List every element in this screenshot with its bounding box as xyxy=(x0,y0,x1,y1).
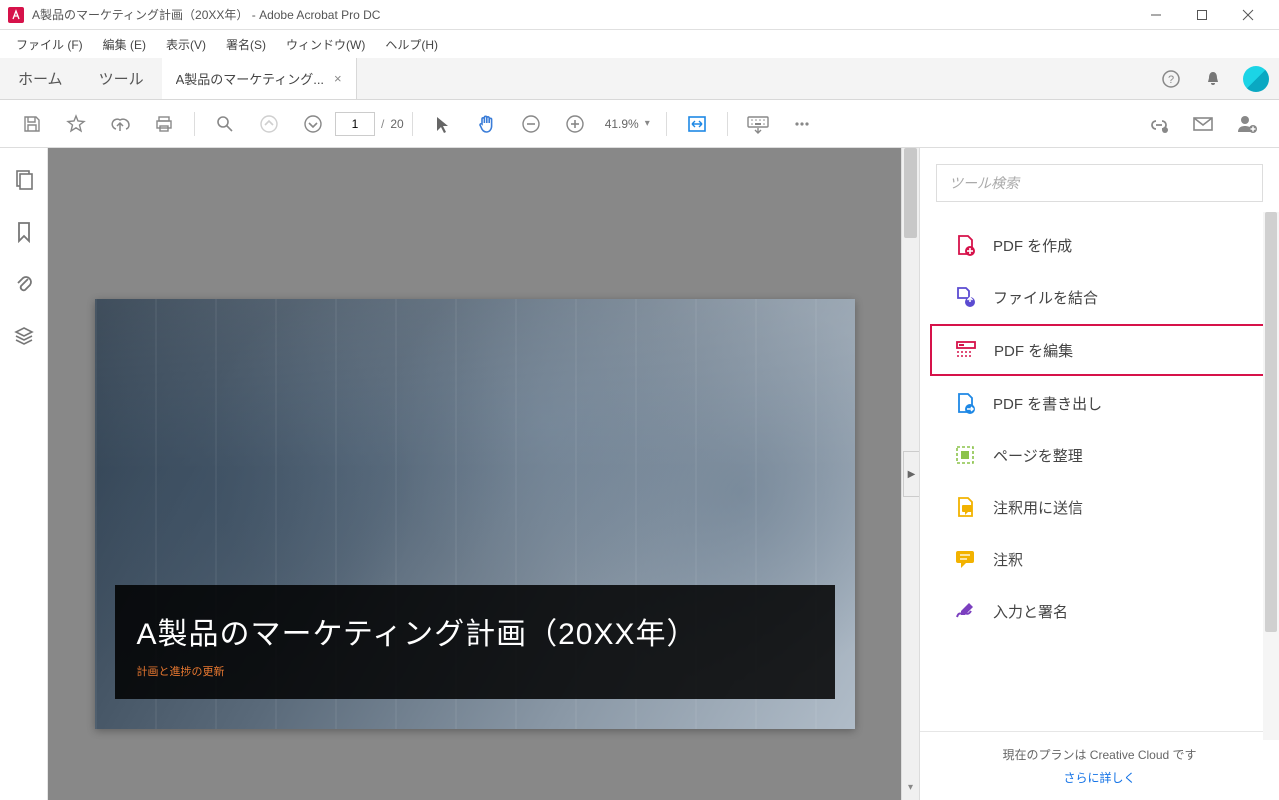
save-icon[interactable] xyxy=(14,106,50,142)
zoom-level-value: 41.9% xyxy=(605,117,639,131)
pdf-page: A製品のマーケティング計画（20XX年） 計画と進捗の更新 xyxy=(95,299,855,729)
menu-sign[interactable]: 署名(S) xyxy=(216,32,276,57)
main-area: A製品のマーケティング計画（20XX年） 計画と進捗の更新 ▶ ▴ ▾ PDF … xyxy=(0,148,1279,800)
help-icon[interactable]: ? xyxy=(1159,67,1183,91)
select-tool-icon[interactable] xyxy=(425,106,461,142)
tool-label: PDF を編集 xyxy=(994,340,1073,361)
tab-tools[interactable]: ツール xyxy=(81,58,162,99)
page-number-input[interactable] xyxy=(335,112,375,136)
svg-text:?: ? xyxy=(1168,74,1174,86)
right-panel-scrollbar[interactable] xyxy=(1263,212,1279,740)
zoom-out-icon[interactable] xyxy=(513,106,549,142)
menu-help[interactable]: ヘルプ(H) xyxy=(375,32,448,57)
print-icon[interactable] xyxy=(146,106,182,142)
tool-export-pdf[interactable]: PDF を書き出し xyxy=(930,378,1269,428)
tool-edit-pdf[interactable]: PDF を編集 xyxy=(930,324,1269,376)
maximize-button[interactable] xyxy=(1179,0,1225,30)
menu-view[interactable]: 表示(V) xyxy=(156,32,216,57)
page-up-icon[interactable] xyxy=(251,106,287,142)
notifications-icon[interactable] xyxy=(1201,67,1225,91)
tab-home[interactable]: ホーム xyxy=(0,58,81,99)
tools-list: PDF を作成 ファイルを結合 PDF を編集 PDF を書き出し ページを整理 xyxy=(920,212,1279,731)
learn-more-link[interactable]: さらに詳しく xyxy=(936,769,1263,786)
find-icon[interactable] xyxy=(207,106,243,142)
attachment-icon[interactable] xyxy=(12,272,36,296)
thumbnails-icon[interactable] xyxy=(12,168,36,192)
edit-pdf-icon xyxy=(954,338,978,362)
send-comments-icon xyxy=(953,495,977,519)
minimize-button[interactable] xyxy=(1133,0,1179,30)
menu-window[interactable]: ウィンドウ(W) xyxy=(276,32,375,57)
collapse-right-panel-handle[interactable]: ▶ xyxy=(903,451,919,497)
close-button[interactable] xyxy=(1225,0,1271,30)
tool-label: 注釈用に送信 xyxy=(993,497,1083,518)
tab-close-icon[interactable]: × xyxy=(334,71,342,86)
comment-icon xyxy=(953,547,977,571)
organize-pages-icon xyxy=(953,443,977,467)
tab-row: ホーム ツール A製品のマーケティング... × ? xyxy=(0,58,1279,100)
toolbar: / 20 41.9% ▾ xyxy=(0,100,1279,148)
tool-combine-files[interactable]: ファイルを結合 xyxy=(930,272,1269,322)
layers-icon[interactable] xyxy=(12,324,36,348)
tool-organize-pages[interactable]: ページを整理 xyxy=(930,430,1269,480)
document-canvas[interactable]: A製品のマーケティング計画（20XX年） 計画と進捗の更新 xyxy=(48,148,901,800)
tool-label: PDF を書き出し xyxy=(993,393,1102,414)
zoom-level-dropdown[interactable]: 41.9% ▾ xyxy=(605,117,650,131)
title-block: A製品のマーケティング計画（20XX年） 計画と進捗の更新 xyxy=(115,585,835,699)
tool-label: 注釈 xyxy=(993,549,1023,570)
add-user-icon[interactable] xyxy=(1229,106,1265,142)
cloud-upload-icon[interactable] xyxy=(102,106,138,142)
document-title: A製品のマーケティング計画（20XX年） xyxy=(137,609,813,653)
tools-search-input[interactable] xyxy=(936,164,1263,202)
menu-edit[interactable]: 編集 (E) xyxy=(93,32,156,57)
bookmark-icon[interactable] xyxy=(12,220,36,244)
export-pdf-icon xyxy=(953,391,977,415)
zoom-in-icon[interactable] xyxy=(557,106,593,142)
tool-send-for-comments[interactable]: 注釈用に送信 xyxy=(930,482,1269,532)
share-link-icon[interactable] xyxy=(1141,106,1177,142)
fill-sign-icon xyxy=(953,599,977,623)
tool-label: 入力と署名 xyxy=(993,601,1068,622)
window-controls xyxy=(1133,0,1271,30)
hand-tool-icon[interactable] xyxy=(469,106,505,142)
tab-document[interactable]: A製品のマーケティング... × xyxy=(162,58,357,99)
fit-width-icon[interactable] xyxy=(679,106,715,142)
tool-comment[interactable]: 注釈 xyxy=(930,534,1269,584)
keyboard-icon[interactable] xyxy=(740,106,776,142)
page-separator: / xyxy=(381,117,384,131)
plan-text: 現在のプランは Creative Cloud です xyxy=(1002,748,1196,762)
menubar: ファイル (F) 編集 (E) 表示(V) 署名(S) ウィンドウ(W) ヘルプ… xyxy=(0,30,1279,58)
left-rail xyxy=(0,148,48,800)
scroll-down-icon[interactable]: ▾ xyxy=(902,782,919,800)
more-icon[interactable] xyxy=(784,106,820,142)
tool-create-pdf[interactable]: PDF を作成 xyxy=(930,220,1269,270)
titlebar: A製品のマーケティング計画（20XX年） - Adobe Acrobat Pro… xyxy=(0,0,1279,30)
email-icon[interactable] xyxy=(1185,106,1221,142)
document-area: A製品のマーケティング計画（20XX年） 計画と進捗の更新 ▶ ▴ ▾ xyxy=(48,148,919,800)
create-pdf-icon xyxy=(953,233,977,257)
right-panel-footer: 現在のプランは Creative Cloud です さらに詳しく xyxy=(920,731,1279,800)
chevron-down-icon: ▾ xyxy=(645,118,650,129)
combine-files-icon xyxy=(953,285,977,309)
avatar[interactable] xyxy=(1243,66,1269,92)
scrollbar-thumb[interactable] xyxy=(904,148,917,238)
right-panel: PDF を作成 ファイルを結合 PDF を編集 PDF を書き出し ページを整理 xyxy=(919,148,1279,800)
document-subtitle: 計画と進捗の更新 xyxy=(137,663,813,679)
window-title: A製品のマーケティング計画（20XX年） - Adobe Acrobat Pro… xyxy=(32,6,1133,23)
star-icon[interactable] xyxy=(58,106,94,142)
acrobat-icon xyxy=(8,7,24,23)
page-down-icon[interactable] xyxy=(295,106,331,142)
tool-fill-sign[interactable]: 入力と署名 xyxy=(930,586,1269,636)
tab-document-label: A製品のマーケティング... xyxy=(176,69,324,88)
tool-label: ファイルを結合 xyxy=(993,287,1098,308)
page-total: 20 xyxy=(390,117,403,131)
tool-label: ページを整理 xyxy=(993,445,1083,466)
tool-label: PDF を作成 xyxy=(993,235,1072,256)
right-scrollbar-thumb[interactable] xyxy=(1265,212,1277,632)
menu-file[interactable]: ファイル (F) xyxy=(6,32,93,57)
